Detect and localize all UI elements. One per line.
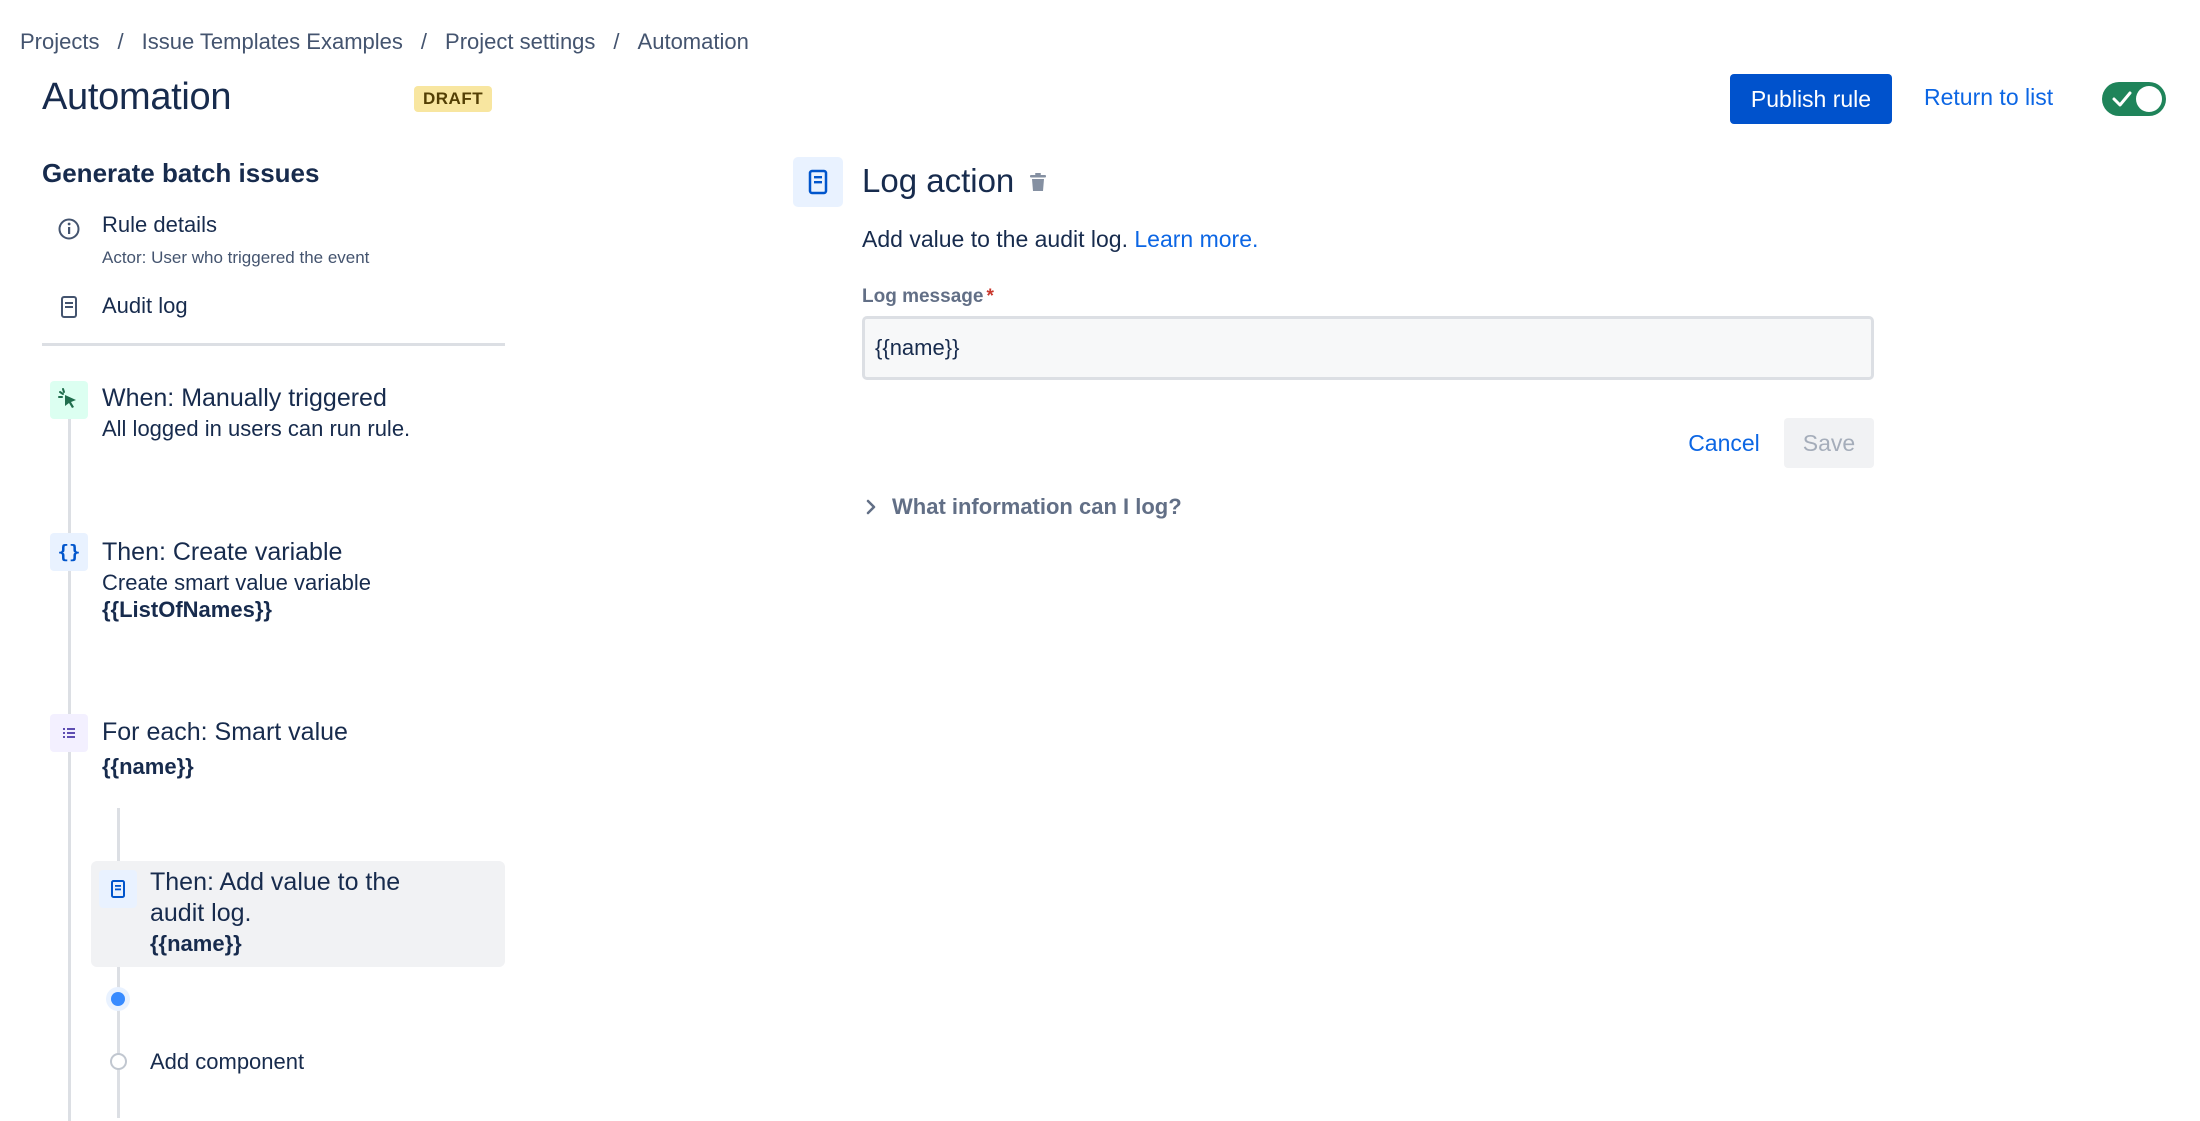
draft-badge: DRAFT (414, 86, 493, 112)
return-to-list-link[interactable]: Return to list (1924, 84, 2053, 111)
chevron-right-icon (866, 499, 876, 515)
breadcrumb-separator: / (613, 29, 620, 54)
create-variable-text: Then: Create variable Create smart value… (102, 536, 371, 624)
breadcrumb: Projects / Issue Templates Examples / Pr… (20, 26, 749, 58)
rule-details-label: Rule details (102, 212, 217, 237)
panel-description: Add value to the audit log. Learn more. (862, 226, 1258, 253)
learn-more-link[interactable]: Learn more. (1134, 226, 1258, 252)
log-action-item-title-line2: audit log. (150, 899, 252, 928)
document-icon (99, 870, 137, 908)
what-information-expander[interactable]: What information can I log? (864, 494, 1182, 520)
check-icon (2112, 91, 2132, 107)
timeline-item-for-each[interactable] (50, 714, 88, 752)
document-icon (61, 296, 77, 318)
for-each-value: {{name}} (102, 753, 194, 779)
breadcrumb-projects[interactable]: Projects (20, 29, 99, 55)
create-variable-value: {{ListOfNames}} (102, 597, 272, 622)
cursor-click-icon (50, 381, 88, 419)
braces-icon: {} (50, 533, 88, 571)
for-each-text: For each: Smart value {{name}} (102, 716, 348, 780)
cancel-button[interactable]: Cancel (1669, 420, 1779, 466)
log-action-item-title-line1: Then: Add value to the (150, 868, 401, 896)
add-component-link[interactable]: Add component (150, 1048, 304, 1076)
rule-details-actor: Actor: User who triggered the event (102, 248, 370, 267)
rule-enabled-toggle[interactable] (2102, 82, 2166, 116)
log-action-item-icon (99, 870, 137, 908)
sidebar-divider (42, 343, 505, 346)
timeline-item-trigger[interactable] (50, 381, 88, 419)
create-variable-title: Then: Create variable (102, 538, 343, 566)
breadcrumb-separator: / (117, 29, 124, 54)
trigger-title: When: Manually triggered (102, 384, 387, 412)
info-icon (58, 218, 80, 240)
save-button[interactable]: Save (1784, 418, 1874, 468)
breadcrumb-issue-templates-examples[interactable]: Issue Templates Examples (142, 29, 403, 55)
timeline-line (68, 402, 71, 1121)
what-information-label: What information can I log? (892, 494, 1182, 519)
add-component-dot[interactable] (110, 1053, 127, 1070)
trigger-text: When: Manually triggered All logged in u… (102, 382, 410, 442)
list-icon (50, 714, 88, 752)
trash-icon[interactable] (1026, 170, 1050, 199)
breadcrumb-automation[interactable]: Automation (638, 29, 749, 55)
panel-description-text: Add value to the audit log. (862, 226, 1128, 252)
publish-rule-button[interactable]: Publish rule (1730, 74, 1892, 124)
for-each-title: For each: Smart value (102, 718, 348, 746)
breadcrumb-project-settings[interactable]: Project settings (445, 29, 595, 55)
log-action-item-value: {{name}} (150, 930, 242, 956)
log-message-label: Log message * (862, 286, 994, 308)
audit-log-label: Audit log (102, 293, 188, 318)
log-message-input[interactable] (862, 316, 1874, 380)
timeline-item-create-variable[interactable]: {} (50, 533, 88, 571)
panel-title: Log action (862, 162, 1015, 199)
log-action-item-text: Then: Add value to the audit log. {{name… (150, 867, 400, 957)
breadcrumb-separator: / (420, 29, 428, 54)
sidebar-item-rule-details[interactable]: Rule details Actor: User who triggered t… (56, 212, 369, 268)
sidebar-item-audit-log[interactable]: Audit log (56, 293, 188, 320)
log-message-label-text: Log message (862, 286, 984, 307)
log-action-icon (793, 157, 843, 207)
page-title: Automation (42, 76, 232, 118)
rule-name: Generate batch issues (42, 158, 320, 188)
insert-point-active[interactable] (106, 987, 130, 1011)
required-asterisk: * (986, 286, 994, 307)
toggle-knob (2136, 86, 2162, 112)
trigger-desc: All logged in users can run rule. (102, 415, 411, 441)
create-variable-desc: Create smart value variable (102, 569, 372, 595)
